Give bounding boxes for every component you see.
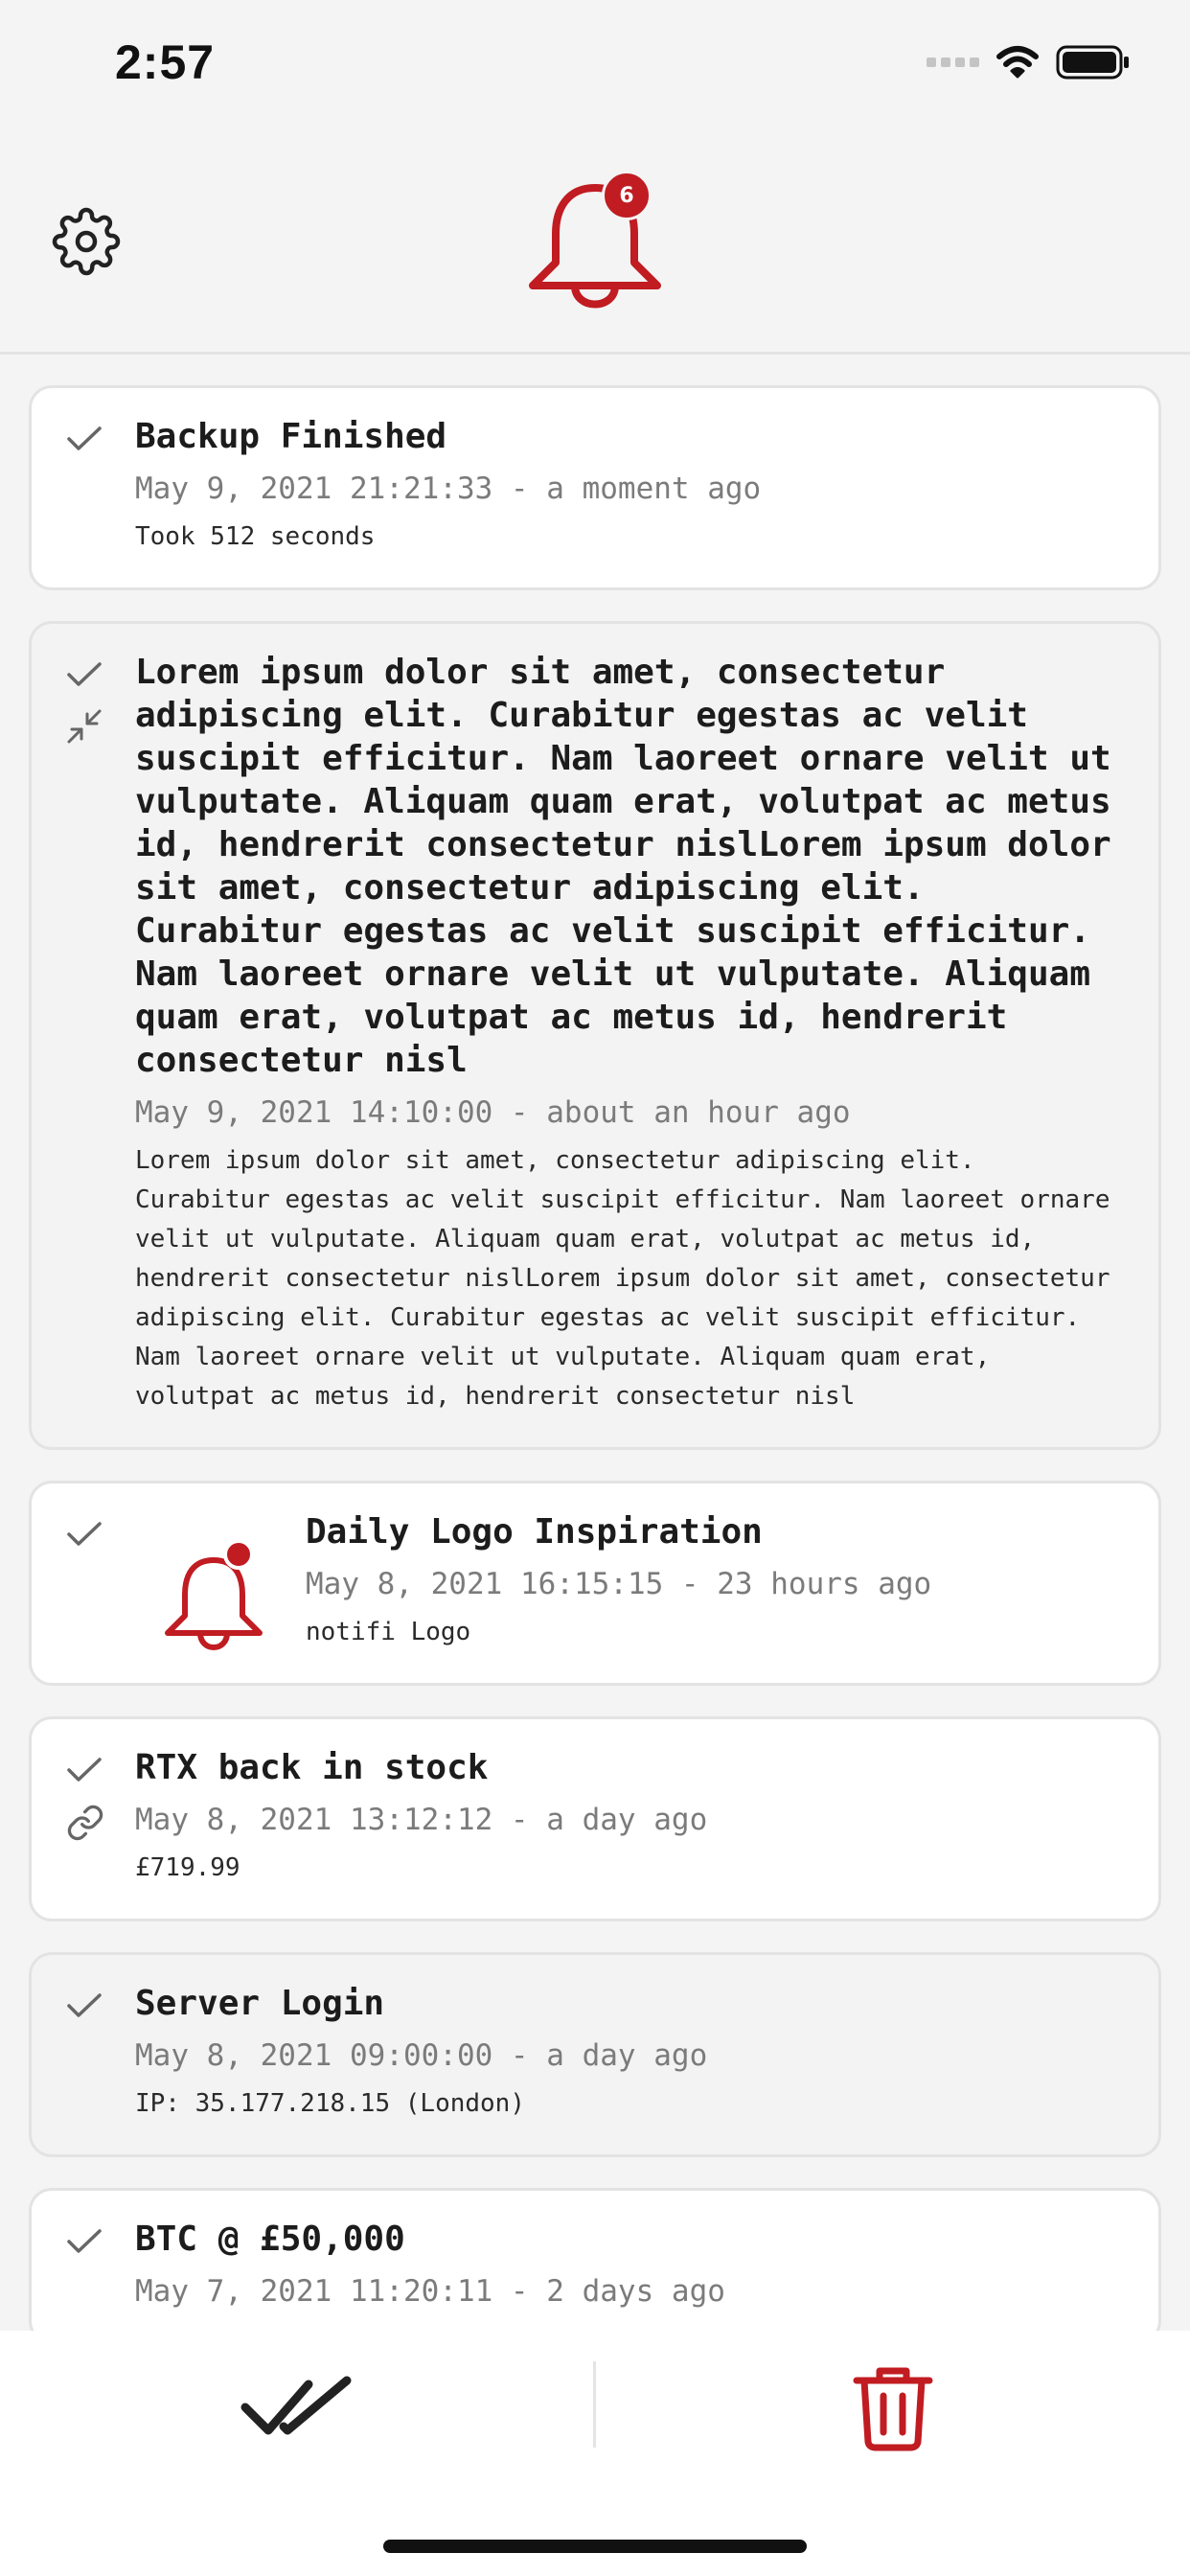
- notification-timestamp: May 8, 2021 16:15:15 - 23 hours ago: [306, 1567, 932, 1601]
- settings-button[interactable]: [52, 207, 121, 276]
- notification-list: Backup Finished May 9, 2021 21:21:33 - a…: [29, 385, 1161, 2375]
- checkmark-icon[interactable]: [66, 660, 103, 689]
- delete-all-button[interactable]: [853, 2365, 933, 2451]
- notification-card[interactable]: BTC @ £50,000 May 7, 2021 11:20:11 - 2 d…: [29, 2188, 1161, 2344]
- checkmark-icon[interactable]: [66, 1756, 103, 1784]
- notification-card[interactable]: RTX back in stock May 8, 2021 13:12:12 -…: [29, 1716, 1161, 1921]
- notification-card[interactable]: Backup Finished May 9, 2021 21:21:33 - a…: [29, 385, 1161, 590]
- cellular-signal-icon: [927, 58, 979, 67]
- mark-all-read-button[interactable]: [240, 2371, 355, 2442]
- unread-count-badge: 6: [602, 171, 652, 220]
- notification-body: notifi Logo: [306, 1618, 471, 1646]
- notification-body: Lorem ipsum dolor sit amet, consectetur …: [135, 1146, 1110, 1411]
- notification-timestamp: May 8, 2021 09:00:00 - a day ago: [135, 2038, 708, 2073]
- notification-title: Server Login: [135, 1984, 385, 2023]
- gear-icon: [52, 207, 121, 276]
- notification-body: IP: 35.177.218.15 (London): [135, 2089, 525, 2118]
- collapse-icon[interactable]: [66, 708, 103, 745]
- notification-card[interactable]: Daily Logo Inspiration May 8, 2021 16:15…: [29, 1481, 1161, 1686]
- notification-title: BTC @ £50,000: [135, 2220, 405, 2259]
- notification-title: Backup Finished: [135, 417, 447, 456]
- notifications-bell-button[interactable]: 6: [525, 167, 665, 310]
- home-indicator: [383, 2540, 807, 2553]
- checkmark-icon[interactable]: [66, 1520, 103, 1549]
- bell-logo-icon: [156, 1537, 271, 1652]
- status-bar: 2:57: [0, 0, 1190, 126]
- notification-title: RTX back in stock: [135, 1748, 489, 1787]
- checkmark-icon[interactable]: [66, 2227, 103, 2256]
- trash-icon: [853, 2367, 933, 2451]
- notification-timestamp: May 9, 2021 14:10:00 - about an hour ago: [135, 1095, 851, 1130]
- status-time: 2:57: [115, 35, 216, 89]
- notification-timestamp: May 7, 2021 11:20:11 - 2 days ago: [135, 2274, 725, 2309]
- notification-card[interactable]: Lorem ipsum dolor sit amet, consectetur …: [29, 621, 1161, 1450]
- double-check-icon: [240, 2376, 352, 2435]
- notification-timestamp: May 9, 2021 21:21:33 - a moment ago: [135, 472, 762, 506]
- notification-card[interactable]: Server Login May 8, 2021 09:00:00 - a da…: [29, 1952, 1161, 2157]
- notification-title: Daily Logo Inspiration: [306, 1512, 763, 1552]
- notification-title: Lorem ipsum dolor sit amet, consectetur …: [135, 653, 1111, 1080]
- checkmark-icon[interactable]: [66, 425, 103, 453]
- notification-timestamp: May 8, 2021 13:12:12 - a day ago: [135, 1803, 708, 1837]
- status-icons: [927, 44, 1131, 80]
- toolbar-divider: [593, 2361, 596, 2448]
- checkmark-icon[interactable]: [66, 1991, 103, 2020]
- notification-body: Took 512 seconds: [135, 522, 376, 551]
- bottom-toolbar: [0, 2331, 1190, 2576]
- app-header: 6: [0, 126, 1190, 355]
- wifi-icon: [996, 46, 1039, 79]
- battery-icon: [1056, 45, 1129, 80]
- link-icon[interactable]: [66, 1804, 104, 1842]
- notification-body: £719.99: [135, 1853, 240, 1882]
